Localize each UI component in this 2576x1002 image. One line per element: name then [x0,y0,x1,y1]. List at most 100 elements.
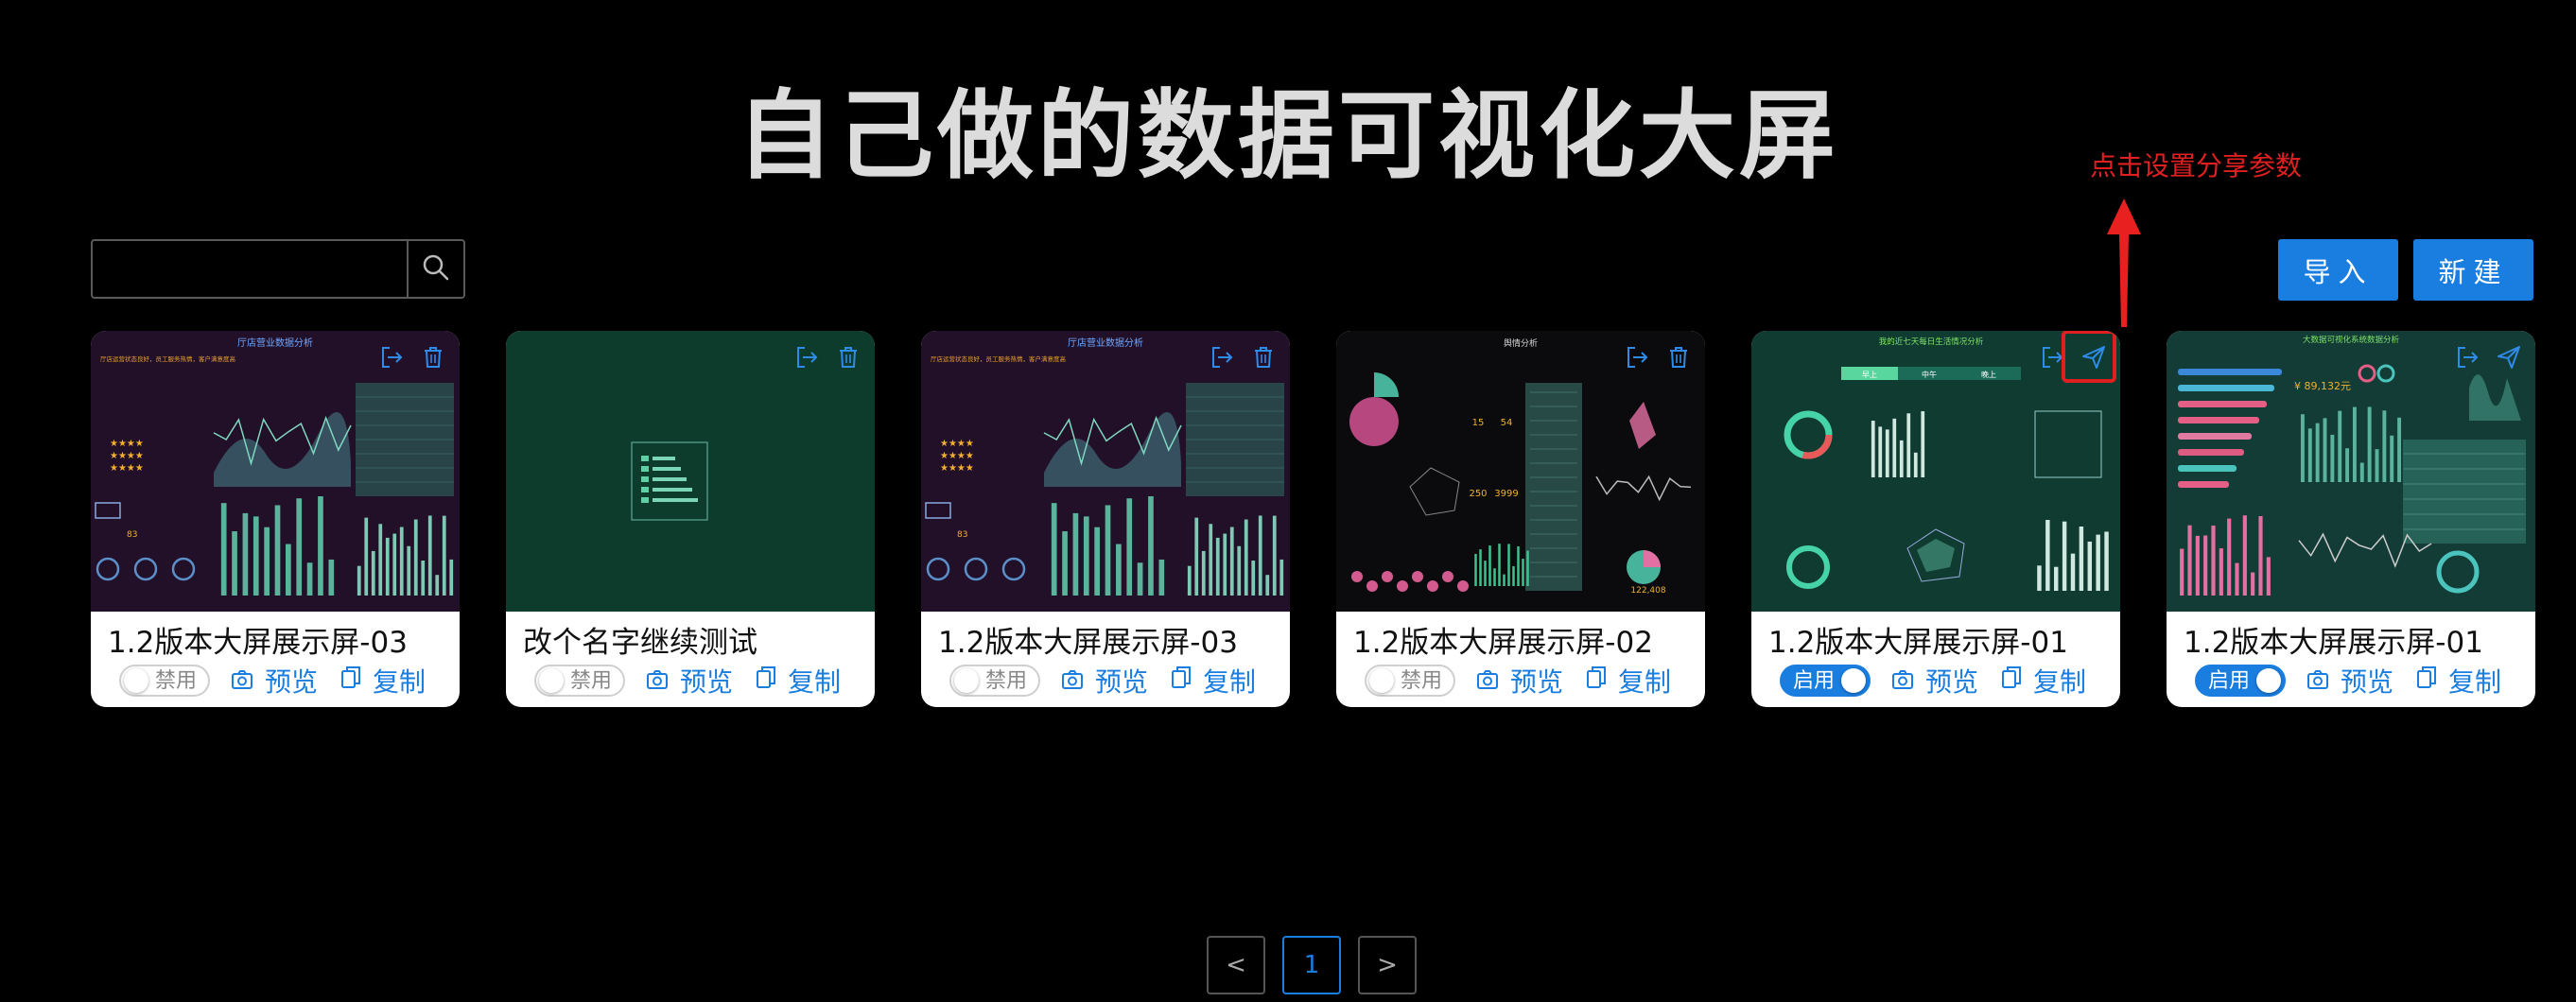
svg-text:中午: 中午 [1922,370,1937,379]
svg-text:54: 54 [1501,418,1513,428]
status-toggle[interactable]: 禁用 [534,665,625,697]
card-thumbnail[interactable]: 厅店营业数据分析 厅店运营状态良好，员工服务热情，客户满意度高 ★★★★ ★★★★ ★★… [91,331,460,612]
copy-button[interactable]: 复制 [2416,662,2501,700]
copy-label: 复制 [2448,666,2502,698]
prev-page-button[interactable]: < [1207,936,1265,994]
svg-text:晚上: 晚上 [1981,370,1996,379]
copy-label: 复制 [1618,666,1672,698]
card[interactable]: 改个名字继续测试 禁用 预览 复制 [506,331,875,707]
status-toggle[interactable]: 禁用 [119,665,210,697]
page-button-1[interactable]: 1 [1282,936,1341,994]
copy-button[interactable]: 复制 [756,662,841,700]
toggle-label: 禁用 [984,669,1027,693]
card-actions: 禁用 预览 复制 [119,664,448,698]
card[interactable]: 我的近七天每日生活情况分析早上 中午 晚上 1.2版本大屏展示屏-01 启用 预览 复… [1751,331,2120,707]
card-thumbnail[interactable]: 大数据可视化系统数据分析 ¥ 89,132元 [2167,331,2535,612]
copy-button[interactable]: 复制 [1171,662,1256,700]
status-toggle[interactable]: 启用 [1780,665,1871,697]
preview-label: 预览 [680,666,734,698]
preview-button[interactable]: 预览 [231,662,318,700]
preview-label: 预览 [265,666,319,698]
copy-icon [1171,665,1203,697]
preview-label: 预览 [1925,666,1979,698]
svg-text:厅店运营状态良好，员工服务热情，客户满意度高: 厅店运营状态良好，员工服务热情，客户满意度高 [931,354,1067,363]
card[interactable]: 大数据可视化系统数据分析 ¥ 89,132元 1.2版本大屏展示屏-01 启用 预览… [2167,331,2535,707]
copy-label: 复制 [788,666,842,698]
svg-text:15: 15 [1472,418,1485,428]
camera-icon [1476,665,1510,697]
svg-text:★★★★: ★★★★ [940,439,974,449]
card-title: 改个名字继续测试 [523,626,757,660]
copy-label: 复制 [1203,666,1257,698]
export-icon[interactable] [1622,342,1652,372]
search-icon [422,253,450,285]
svg-text:83: 83 [127,530,137,540]
export-icon[interactable] [2452,342,2482,372]
card-thumbnail[interactable]: 厅店营业数据分析 厅店运营状态良好，员工服务热情，客户满意度高 ★★★★ ★★★★ ★★… [921,331,1290,612]
export-icon[interactable] [376,342,407,372]
card[interactable]: 厅店营业数据分析 厅店运营状态良好，员工服务热情，客户满意度高 ★★★★ ★★★★ ★★… [921,331,1290,707]
card-title: 1.2版本大屏展示屏-03 [108,626,408,660]
svg-text:★★★★: ★★★★ [110,463,144,474]
svg-text:厅店营业数据分析: 厅店营业数据分析 [237,337,313,349]
preview-button[interactable]: 预览 [1476,662,1563,700]
new-button[interactable]: 新建 [2413,239,2533,301]
svg-text:122,408: 122,408 [1630,586,1665,596]
svg-text:★★★★: ★★★★ [110,439,144,449]
status-toggle[interactable]: 禁用 [1365,665,1455,697]
svg-text:★★★★: ★★★★ [940,451,974,461]
preview-button[interactable]: 预览 [1061,662,1148,700]
toggle-knob [539,668,564,693]
svg-text:大数据可视化系统数据分析: 大数据可视化系统数据分析 [2303,335,2400,345]
copy-icon [1586,665,1618,697]
card-actions: 禁用 预览 复制 [1365,664,1694,698]
card-title: 1.2版本大屏展示屏-01 [1768,626,2068,660]
toggle-knob [954,668,979,693]
toggle-knob [2256,668,2281,693]
card-actions: 启用 预览 复制 [2195,664,2524,698]
copy-button[interactable]: 复制 [1586,662,1671,700]
camera-icon [1061,665,1095,697]
toggle-label: 禁用 [569,669,612,693]
preview-label: 预览 [1095,666,1149,698]
card-actions: 禁用 预览 复制 [534,664,863,698]
next-page-button[interactable]: > [1358,936,1417,994]
preview-button[interactable]: 预览 [646,662,733,700]
annotation-arrow-icon [2099,197,2149,333]
export-icon[interactable] [1207,342,1237,372]
copy-label: 复制 [2033,666,2087,698]
card[interactable]: 厅店营业数据分析 厅店运营状态良好，员工服务热情，客户满意度高 ★★★★ ★★★★ ★★… [91,331,460,707]
preview-button[interactable]: 预览 [1891,662,1978,700]
svg-text:舆情分析: 舆情分析 [1504,337,1538,349]
card-title: 1.2版本大屏展示屏-01 [2184,626,2483,660]
card[interactable]: 舆情分析 15 54 250 3999 122,408 1.2版本大屏展示屏-02 禁用 预… [1336,331,1705,707]
copy-button[interactable]: 复制 [340,662,426,700]
card-thumbnail[interactable]: 我的近七天每日生活情况分析早上 中午 晚上 [1751,331,2120,612]
toggle-knob [124,668,148,693]
card-actions: 启用 预览 复制 [1780,664,2109,698]
delete-icon[interactable] [1663,342,1694,372]
share-icon[interactable] [2494,342,2524,372]
delete-icon[interactable] [1248,342,1279,372]
status-toggle[interactable]: 启用 [2195,665,2286,697]
svg-text:3999: 3999 [1494,489,1518,499]
card-thumbnail[interactable]: 舆情分析 15 54 250 3999 122,408 [1336,331,1705,612]
camera-icon [231,665,265,697]
svg-text:★★★★: ★★★★ [940,463,974,474]
status-toggle[interactable]: 禁用 [949,665,1040,697]
search-input[interactable] [93,241,409,297]
svg-text:早上: 早上 [1862,371,1877,379]
svg-text:厅店营业数据分析: 厅店营业数据分析 [1068,337,1143,349]
search-button[interactable] [407,241,463,297]
svg-text:250: 250 [1469,489,1487,499]
camera-icon [646,665,680,697]
delete-icon[interactable] [418,342,448,372]
import-button[interactable]: 导入 [2278,239,2398,301]
toggle-label: 禁用 [154,669,197,693]
svg-text:我的近七天每日生活情况分析: 我的近七天每日生活情况分析 [1879,337,1984,347]
preview-button[interactable]: 预览 [2306,662,2393,700]
delete-icon[interactable] [833,342,863,372]
export-icon[interactable] [792,342,822,372]
card-thumbnail[interactable] [506,331,875,612]
copy-button[interactable]: 复制 [2001,662,2086,700]
